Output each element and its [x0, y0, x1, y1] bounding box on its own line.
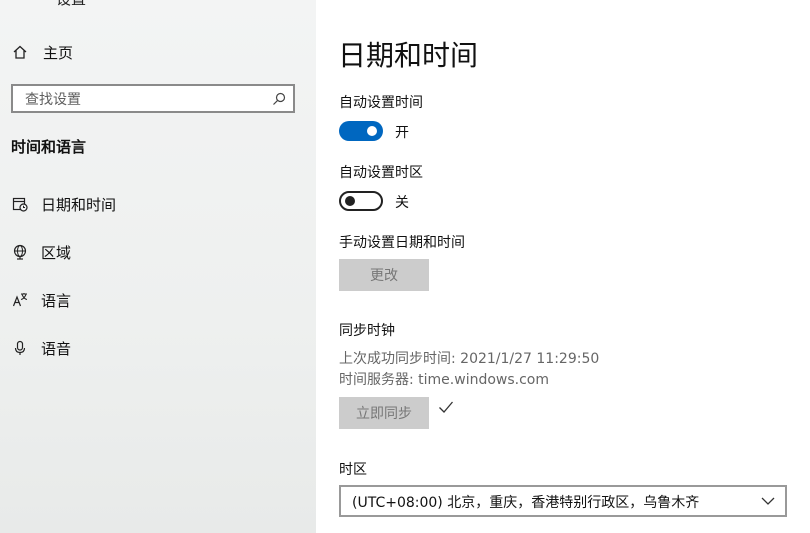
auto-time-label: 自动设置时间 [339, 95, 423, 111]
timezone-value: (UTC+08:00) 北京，重庆，香港特别行政区，乌鲁木齐 [352, 495, 700, 511]
auto-timezone-label: 自动设置时区 [339, 165, 423, 181]
search-box[interactable] [11, 84, 295, 113]
auto-time-state: 开 [395, 125, 409, 141]
sidebar-item-label: 区域 [41, 243, 72, 262]
auto-timezone-state: 关 [395, 195, 409, 211]
main-content: 日期和时间 自动设置时间 开 自动设置时区 关 手动设置日期和时间 更改 同步时… [316, 0, 810, 533]
auto-time-toggle[interactable] [339, 121, 383, 141]
last-sync-text: 上次成功同步时间: 2021/1/27 11:29:50 [339, 351, 600, 367]
manual-time-label: 手动设置日期和时间 [339, 235, 465, 251]
timezone-label: 时区 [339, 462, 367, 478]
toggle-knob [367, 126, 377, 136]
auto-timezone-toggle[interactable] [339, 191, 383, 211]
section-header: 时间和语言 [11, 138, 87, 156]
sidebar-item-date-time[interactable]: 日期和时间 [0, 188, 316, 220]
timezone-select[interactable]: (UTC+08:00) 北京，重庆，香港特别行政区，乌鲁木齐 [339, 485, 787, 517]
sidebar-item-language[interactable]: 语言 [0, 284, 316, 316]
sidebar: 设置 主页 时间和语言 日期和时间 [0, 0, 316, 533]
globe-icon [11, 243, 29, 261]
change-button[interactable]: 更改 [339, 259, 429, 291]
calendar-clock-icon [11, 195, 29, 213]
home-label: 主页 [43, 43, 74, 62]
home-icon [11, 43, 29, 61]
sync-clock-header: 同步时钟 [339, 323, 395, 339]
sidebar-item-label: 语言 [41, 291, 72, 310]
sidebar-item-label: 语音 [41, 339, 72, 358]
language-icon [11, 291, 29, 309]
toggle-knob [345, 196, 355, 206]
search-icon[interactable] [272, 92, 286, 106]
home-nav-item[interactable]: 主页 [0, 36, 316, 68]
sidebar-item-region[interactable]: 区域 [0, 236, 316, 268]
microphone-icon [11, 339, 29, 357]
sidebar-item-label: 日期和时间 [41, 195, 117, 214]
checkmark-icon [439, 401, 453, 413]
sync-now-button[interactable]: 立即同步 [339, 397, 429, 429]
sidebar-item-speech[interactable]: 语音 [0, 332, 316, 364]
chevron-down-icon [761, 497, 775, 505]
search-input[interactable] [23, 89, 267, 111]
sidebar-title: 设置 [56, 0, 86, 9]
page-title: 日期和时间 [338, 39, 479, 72]
time-server-text: 时间服务器: time.windows.com [339, 372, 550, 388]
